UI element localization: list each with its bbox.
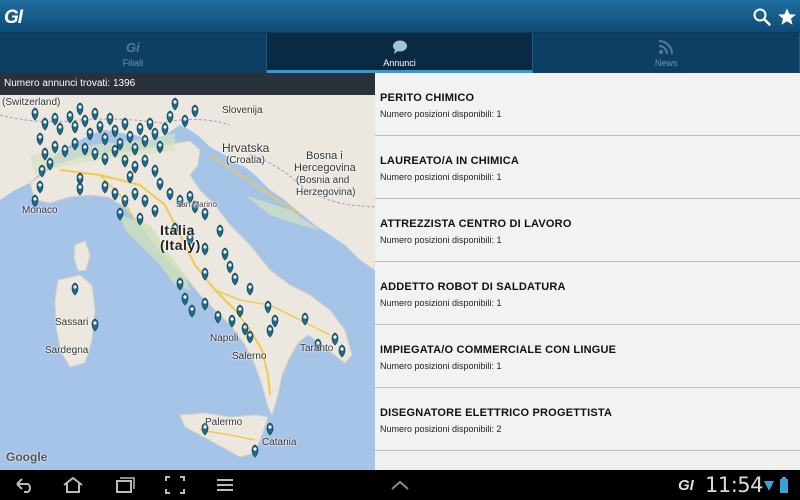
job-positions: Numero posizioni disponibili: 1 [380,109,502,119]
chat-bubble-icon [392,40,407,54]
app-root: GI Gi Filiali Annunci News Numero annunc… [0,0,800,500]
recent-apps-icon[interactable] [114,475,136,495]
job-list-item[interactable]: IMPIEGATA/O COMMERCIALE CON LINGUE Numer… [375,325,800,388]
menu-icon[interactable] [214,475,236,495]
app-logo[interactable]: GI [4,7,23,29]
job-positions: Numero posizioni disponibili: 1 [380,361,502,371]
job-list-item[interactable]: PERITO CHIMICO Numero posizioni disponib… [375,73,800,136]
wifi-icon[interactable] [763,475,775,495]
map-label-croatia: (Croatia) [226,155,265,166]
job-positions: Numero posizioni disponibili: 1 [380,172,502,182]
google-logo: Google [6,450,48,464]
job-positions: Numero posizioni disponibili: 1 [380,298,502,308]
tab-label: News [654,58,678,68]
map-label-taranto: Taranto [300,343,334,354]
rss-icon [659,40,674,55]
job-list-item[interactable]: DISEGNATORE ELETTRICO PROGETTISTA Numero… [375,388,800,451]
map-label-san-marino: San Marino [176,200,217,209]
search-icon[interactable] [752,7,772,27]
map-label-catania: Catania [262,437,297,448]
map-label-italia: Italia [160,222,195,238]
svg-text:Gi: Gi [126,40,140,55]
map-label-hrvatska: Hrvatska [222,141,270,155]
app-notification-logo: GI [678,477,694,494]
tab-filiali[interactable]: Gi Filiali [0,33,267,73]
screenshot-icon[interactable] [164,475,186,495]
map-label-sassari: Sassari [55,317,89,328]
job-title: PERITO CHIMICO [380,92,475,104]
map-label-slovenija: Slovenija [222,105,263,116]
job-list-item[interactable]: ADDETTO ROBOT DI SALDATURA Numero posizi… [375,262,800,325]
system-bar: GI 11:54 [0,470,800,500]
tab-bar: Gi Filiali Annunci News [0,33,800,73]
map-panel: Numero annunci trovati: 1396 (Switzerlan… [0,73,375,470]
map-label-monaco: Monaco [22,205,58,216]
map-label-palermo: Palermo [205,417,243,428]
job-list-item[interactable]: LAUREATO/A IN CHIMICA Numero posizioni d… [375,136,800,199]
job-title: IMPIEGATA/O COMMERCIALE CON LINGUE [380,344,617,356]
map-marker-cluster[interactable] [31,97,346,458]
map-view[interactable]: (Switzerland) Slovenija Hrvatska (Croati… [0,95,375,470]
job-title: LAUREATO/A IN CHIMICA [380,155,520,167]
map-label-sardegna: Sardegna [45,345,89,356]
battery-icon[interactable] [779,475,789,495]
job-positions: Numero posizioni disponibili: 1 [380,235,502,245]
job-title: ATTREZZISTA CENTRO DI LAVORO [380,218,572,230]
map-label-bosna: Bosna i [306,150,343,162]
job-positions: Numero posizioni disponibili: 2 [380,424,502,434]
job-title: DISEGNATORE ELETTRICO PROGETTISTA [380,407,613,419]
map-label-bosnia: (Bosnia and [296,175,350,186]
map-label-hercegovina: Hercegovina [294,162,356,174]
star-icon[interactable] [777,7,797,27]
back-icon[interactable] [14,475,36,495]
map-label-switzerland: (Switzerland) [2,97,61,108]
map-label-italy: (Italy) [160,237,201,253]
results-count: Numero annunci trovati: 1396 [0,73,375,95]
map-label-herzegovina: Herzegovina) [296,187,356,198]
map-label-napoli: Napoli [210,333,239,344]
tab-label: Annunci [383,58,416,68]
tab-annunci[interactable]: Annunci [266,33,534,73]
tab-label: Filiali [122,58,144,68]
tab-news[interactable]: News [533,33,800,73]
gi-icon: Gi [126,40,140,55]
job-title: ADDETTO ROBOT DI SALDATURA [380,281,566,293]
home-icon[interactable] [62,475,84,495]
job-list-item[interactable]: ATTREZZISTA CENTRO DI LAVORO Numero posi… [375,199,800,262]
action-bar: GI [0,0,800,33]
chevron-up-icon[interactable] [389,475,411,495]
job-list: PERITO CHIMICO Numero posizioni disponib… [375,73,800,470]
clock[interactable]: 11:54 [705,473,764,497]
map-label-salerno: Salerno [232,351,267,362]
